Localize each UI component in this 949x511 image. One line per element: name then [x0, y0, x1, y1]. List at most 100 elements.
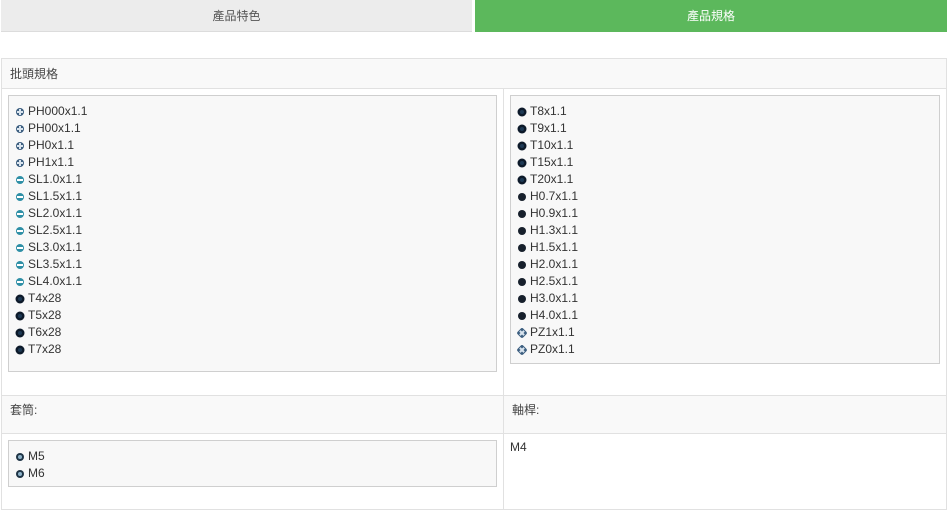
hex-bit-icon	[518, 209, 526, 218]
slotted-bit-icon	[16, 260, 24, 269]
slotted-bit-icon	[16, 209, 24, 218]
item-label: SL2.0x1.1	[28, 206, 83, 220]
item-label: SL2.5x1.1	[28, 223, 83, 237]
bit-list-item: T5x28	[16, 307, 87, 324]
tab-product-specs[interactable]: 產品規格	[475, 0, 947, 32]
column-divider	[503, 89, 504, 509]
slotted-bit-icon	[16, 243, 24, 252]
hex-bit-icon	[518, 226, 526, 235]
item-label: H0.7x1.1	[530, 189, 579, 203]
item-label: H1.3x1.1	[530, 223, 579, 237]
bit-list-item: H1.3x1.1	[518, 222, 578, 239]
item-label: PH1x1.1	[28, 155, 75, 169]
torx-bit-icon	[518, 141, 526, 150]
torx-bit-icon	[518, 124, 526, 133]
item-label: T15x1.1	[530, 155, 574, 169]
socket-list-item: M6	[16, 465, 45, 482]
bit-list-item: PH1x1.1	[16, 154, 87, 171]
item-label: T6x28	[28, 325, 62, 339]
bit-list-item: T8x1.1	[518, 103, 578, 120]
slotted-bit-icon	[16, 192, 24, 201]
bit-list-item: T20x1.1	[518, 171, 578, 188]
bit-list-item: PZ0x1.1	[516, 341, 578, 358]
hex-bit-icon	[518, 243, 526, 252]
bit-list-item: H2.5x1.1	[518, 273, 578, 290]
item-label: T7x28	[28, 342, 62, 356]
bit-list-right-box: T8x1.1 T9x1.1 T10x1.1 T15x1.1 T20x1.1 H0.7x1.…	[510, 95, 940, 364]
socket-list-box: M5 M6	[8, 440, 497, 487]
item-label: H0.9x1.1	[530, 206, 579, 220]
hex-bit-icon	[518, 260, 526, 269]
item-label: SL1.5x1.1	[28, 189, 83, 203]
bit-list-item: SL2.5x1.1	[16, 222, 87, 239]
tab-bar: 產品特色 產品規格	[0, 0, 949, 33]
item-label: T10x1.1	[530, 138, 574, 152]
item-label: PZ0x1.1	[530, 342, 575, 356]
bit-list-item: PZ1x1.1	[516, 324, 578, 341]
phillips-bit-icon	[16, 141, 24, 150]
slotted-bit-icon	[16, 277, 24, 286]
shaft-header: 軸桿:	[504, 396, 946, 433]
item-label: M6	[28, 466, 45, 480]
socket-icon	[16, 452, 24, 461]
torx-bit-icon	[518, 107, 526, 116]
bit-list-item: T7x28	[16, 341, 87, 358]
item-label: T20x1.1	[530, 172, 574, 186]
bit-list-left: PH000x1.1 PH00x1.1 PH0x1.1 PH1x1.1 SL1.0x1.1…	[16, 103, 87, 358]
item-label: SL3.5x1.1	[28, 257, 83, 271]
bit-list-item: T4x28	[16, 290, 87, 307]
item-label: H4.0x1.1	[530, 308, 579, 322]
bit-list-item: H0.9x1.1	[518, 205, 578, 222]
bit-spec-header: 批頭規格	[2, 59, 946, 89]
item-label: PH0x1.1	[28, 138, 75, 152]
hex-bit-icon	[518, 192, 526, 201]
torx-bit-icon	[518, 158, 526, 167]
phillips-bit-icon	[16, 107, 24, 116]
hex-bit-icon	[518, 277, 526, 286]
tab-product-features[interactable]: 產品特色	[1, 0, 472, 32]
bit-list-item: H3.0x1.1	[518, 290, 578, 307]
bit-list-item: H2.0x1.1	[518, 256, 578, 273]
torx-bit-icon	[518, 175, 526, 184]
bit-list-left-box: PH000x1.1 PH00x1.1 PH0x1.1 PH1x1.1 SL1.0x1.1…	[8, 95, 497, 372]
phillips-bit-icon	[16, 158, 24, 167]
item-label: H2.0x1.1	[530, 257, 579, 271]
socket-header: 套筒:	[2, 396, 503, 433]
bit-list-item: SL1.0x1.1	[16, 171, 87, 188]
bit-list-item: PH000x1.1	[16, 103, 87, 120]
hex-bit-icon	[518, 294, 526, 303]
item-label: H2.5x1.1	[530, 274, 579, 288]
socket-icon	[16, 469, 24, 478]
item-label: SL1.0x1.1	[28, 172, 83, 186]
spec-table: 批頭規格 PH000x1.1 PH00x1.1 PH0x1.1 PH1x1.1 SL1.…	[1, 58, 947, 510]
torx-bit-icon	[16, 311, 24, 320]
item-label: T5x28	[28, 308, 62, 322]
bit-list-item: PH00x1.1	[16, 120, 87, 137]
item-label: T4x28	[28, 291, 62, 305]
socket-list-item: M5	[16, 448, 45, 465]
bit-list-item: H0.7x1.1	[518, 188, 578, 205]
bit-list-item: T9x1.1	[518, 120, 578, 137]
bit-list-item: SL2.0x1.1	[16, 205, 87, 222]
slotted-bit-icon	[16, 226, 24, 235]
bit-list-item: SL4.0x1.1	[16, 273, 87, 290]
bit-list-right: T8x1.1 T9x1.1 T10x1.1 T15x1.1 T20x1.1 H0.7x1.…	[516, 103, 578, 358]
bit-list-item: PH0x1.1	[16, 137, 87, 154]
item-label: SL3.0x1.1	[28, 240, 83, 254]
item-label: T8x1.1	[530, 104, 567, 118]
torx-bit-icon	[16, 294, 24, 303]
shaft-value: M4	[510, 440, 527, 454]
bit-list-item: H1.5x1.1	[518, 239, 578, 256]
pozidriv-bit-icon	[516, 326, 528, 339]
bit-list-item: T10x1.1	[518, 137, 578, 154]
torx-bit-icon	[16, 328, 24, 337]
bit-list-item: SL3.0x1.1	[16, 239, 87, 256]
phillips-bit-icon	[16, 124, 24, 133]
item-label: SL4.0x1.1	[28, 274, 83, 288]
pozidriv-bit-icon	[516, 343, 528, 356]
item-label: PH000x1.1	[28, 104, 88, 118]
bit-list-item: H4.0x1.1	[518, 307, 578, 324]
item-label: PH00x1.1	[28, 121, 81, 135]
item-label: M5	[28, 449, 45, 463]
item-label: PZ1x1.1	[530, 325, 575, 339]
